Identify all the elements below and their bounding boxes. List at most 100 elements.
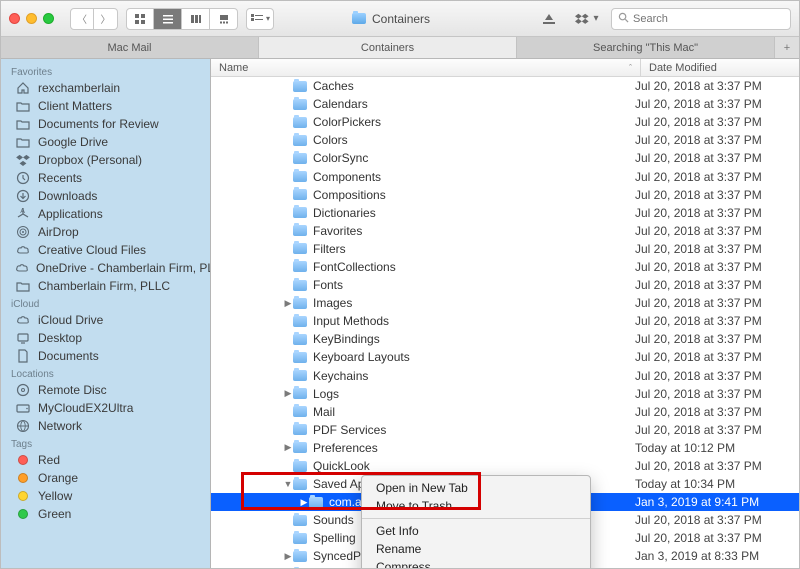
disclosure-icon[interactable]: ▶: [283, 388, 293, 399]
file-date: Jul 20, 2018 at 3:37 PM: [635, 459, 793, 473]
column-header-name[interactable]: Name ˆ: [211, 59, 641, 76]
tab[interactable]: Searching "This Mac": [517, 37, 775, 58]
table-row[interactable]: KeyBindingsJul 20, 2018 at 3:37 PM: [211, 330, 799, 348]
list-view-button[interactable]: [154, 8, 182, 30]
file-date: Jan 3, 2019 at 9:41 PM: [635, 495, 793, 509]
menu-item[interactable]: Rename: [362, 540, 590, 558]
sidebar-item[interactable]: OneDrive - Chamberlain Firm, PLLC: [1, 259, 210, 277]
sidebar-item[interactable]: Documents: [1, 347, 210, 365]
download-icon: [15, 189, 31, 203]
file-name: PDF Services: [313, 423, 635, 437]
table-row[interactable]: FontCollectionsJul 20, 2018 at 3:37 PM: [211, 258, 799, 276]
sidebar-item[interactable]: Desktop: [1, 329, 210, 347]
table-row[interactable]: ▶PreferencesToday at 10:12 PM: [211, 439, 799, 457]
table-row[interactable]: FontsJul 20, 2018 at 3:37 PM: [211, 276, 799, 294]
disclosure-icon[interactable]: ▶: [283, 551, 293, 562]
table-row[interactable]: ColorPickersJul 20, 2018 at 3:37 PM: [211, 113, 799, 131]
sidebar-item[interactable]: MyCloudEX2Ultra: [1, 399, 210, 417]
file-date: Jul 20, 2018 at 3:37 PM: [635, 350, 793, 364]
sidebar-item[interactable]: rexchamberlain: [1, 79, 210, 97]
apps-icon: A: [15, 207, 31, 221]
file-date: Jul 20, 2018 at 3:37 PM: [635, 369, 793, 383]
menu-item[interactable]: Open in New Tab: [362, 479, 590, 497]
folder-icon: [293, 135, 307, 146]
add-tab-button[interactable]: +: [775, 37, 799, 58]
tab[interactable]: Containers: [259, 37, 517, 58]
file-date: Jul 20, 2018 at 3:37 PM: [635, 151, 793, 165]
sidebar-item[interactable]: Creative Cloud Files: [1, 241, 210, 259]
search-input[interactable]: [633, 13, 784, 25]
sidebar-item[interactable]: Chamberlain Firm, PLLC: [1, 277, 210, 295]
back-button[interactable]: 〈: [70, 8, 94, 30]
table-row[interactable]: ColorsJul 20, 2018 at 3:37 PM: [211, 131, 799, 149]
sidebar-item[interactable]: Green: [1, 505, 210, 523]
file-name: Fonts: [313, 278, 635, 292]
disclosure-icon[interactable]: ▼: [283, 479, 293, 489]
action-button[interactable]: [535, 8, 563, 30]
sidebar-item[interactable]: Google Drive: [1, 133, 210, 151]
list-body[interactable]: CachesJul 20, 2018 at 3:37 PMCalendarsJu…: [211, 77, 799, 568]
table-row[interactable]: PDF ServicesJul 20, 2018 at 3:37 PM: [211, 421, 799, 439]
table-row[interactable]: MailJul 20, 2018 at 3:37 PM: [211, 403, 799, 421]
sidebar-item[interactable]: Yellow: [1, 487, 210, 505]
menu-item[interactable]: Compress "com.apple.mail.savedState": [362, 558, 590, 568]
folder-icon: [293, 243, 307, 254]
sidebar-item[interactable]: Orange: [1, 469, 210, 487]
sidebar-section-title: Locations: [1, 365, 210, 381]
dropbox-icon[interactable]: ▾: [573, 8, 601, 30]
gallery-view-button[interactable]: [210, 8, 238, 30]
disclosure-icon[interactable]: ▶: [299, 497, 309, 508]
sidebar-item-label: AirDrop: [38, 225, 79, 239]
sidebar-item-label: MyCloudEX2Ultra: [38, 401, 133, 415]
drive-icon: [15, 401, 31, 415]
sidebar-section-title: iCloud: [1, 295, 210, 311]
sidebar-item[interactable]: Network: [1, 417, 210, 435]
disclosure-icon[interactable]: ▶: [283, 442, 293, 453]
sidebar-item-label: Remote Disc: [38, 383, 107, 397]
file-date: Today at 10:12 PM: [635, 441, 793, 455]
sidebar-item[interactable]: Dropbox (Personal): [1, 151, 210, 169]
sidebar-item[interactable]: iCloud Drive: [1, 311, 210, 329]
minimize-icon[interactable]: [26, 13, 37, 24]
sidebar-item[interactable]: Client Matters: [1, 97, 210, 115]
sidebar-item[interactable]: Remote Disc: [1, 381, 210, 399]
file-date: Jul 20, 2018 at 3:37 PM: [635, 405, 793, 419]
table-row[interactable]: FiltersJul 20, 2018 at 3:37 PM: [211, 240, 799, 258]
table-row[interactable]: QuickLookJul 20, 2018 at 3:37 PM: [211, 457, 799, 475]
sidebar-item[interactable]: Downloads: [1, 187, 210, 205]
column-header-date[interactable]: Date Modified: [641, 59, 799, 76]
arrange-button[interactable]: ▾: [246, 8, 274, 30]
sidebar-item[interactable]: Red: [1, 451, 210, 469]
table-row[interactable]: CalendarsJul 20, 2018 at 3:37 PM: [211, 95, 799, 113]
disclosure-icon[interactable]: ▶: [283, 298, 293, 309]
table-row[interactable]: Keyboard LayoutsJul 20, 2018 at 3:37 PM: [211, 348, 799, 366]
folder-icon: [293, 316, 307, 327]
column-view-button[interactable]: [182, 8, 210, 30]
table-row[interactable]: Input MethodsJul 20, 2018 at 3:37 PM: [211, 312, 799, 330]
table-row[interactable]: CompositionsJul 20, 2018 at 3:37 PM: [211, 186, 799, 204]
tab[interactable]: Mac Mail: [1, 37, 259, 58]
sidebar-item[interactable]: AirDrop: [1, 223, 210, 241]
table-row[interactable]: ▶LogsJul 20, 2018 at 3:37 PM: [211, 385, 799, 403]
close-icon[interactable]: [9, 13, 20, 24]
table-row[interactable]: FavoritesJul 20, 2018 at 3:37 PM: [211, 222, 799, 240]
sidebar-item[interactable]: AApplications: [1, 205, 210, 223]
table-row[interactable]: ComponentsJul 20, 2018 at 3:37 PM: [211, 167, 799, 185]
zoom-icon[interactable]: [43, 13, 54, 24]
table-row[interactable]: ColorSyncJul 20, 2018 at 3:37 PM: [211, 149, 799, 167]
table-row[interactable]: ▶ImagesJul 20, 2018 at 3:37 PM: [211, 294, 799, 312]
sidebar-item[interactable]: Documents for Review: [1, 115, 210, 133]
menu-item[interactable]: Move to Trash: [362, 497, 590, 515]
doc-icon: [15, 349, 31, 363]
table-row[interactable]: DictionariesJul 20, 2018 at 3:37 PM: [211, 204, 799, 222]
sidebar-item[interactable]: Recents: [1, 169, 210, 187]
table-row[interactable]: CachesJul 20, 2018 at 3:37 PM: [211, 77, 799, 95]
menu-item[interactable]: Get Info: [362, 522, 590, 540]
sidebar-item-label: Network: [38, 419, 82, 433]
forward-button[interactable]: 〉: [94, 8, 118, 30]
table-row[interactable]: KeychainsJul 20, 2018 at 3:37 PM: [211, 367, 799, 385]
folder-icon: [293, 171, 307, 182]
sidebar-section-title: Tags: [1, 435, 210, 451]
search-field[interactable]: [611, 8, 791, 30]
icon-view-button[interactable]: [126, 8, 154, 30]
